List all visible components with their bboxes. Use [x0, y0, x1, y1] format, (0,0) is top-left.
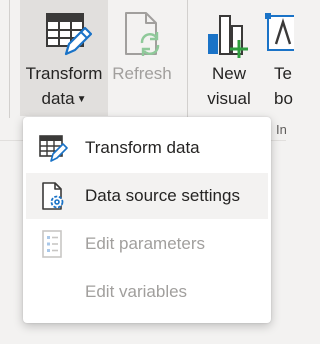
chevron-down-icon: ▼ [76, 94, 87, 105]
refresh-label: Refresh [112, 64, 172, 83]
transform-data-label-line2: data ▼ [20, 88, 108, 111]
transform-data-dropdown-menu: Transform data Data source settings Edit… [23, 117, 271, 323]
ribbon-separator [9, 0, 10, 118]
menu-item-label: Edit variables [85, 282, 188, 301]
bar-chart-add-icon [208, 15, 248, 58]
table-pencil-icon [46, 13, 92, 56]
menu-item-transform-data[interactable]: Transform data [26, 125, 268, 171]
menu-item-data-source-settings[interactable]: Data source settings [26, 173, 268, 219]
table-pencil-icon [39, 135, 68, 162]
document-refresh-icon [125, 12, 160, 56]
new-visual-button[interactable]: New visual [196, 0, 262, 116]
menu-item-label: Data source settings [85, 186, 240, 205]
text-box-icon [265, 13, 294, 51]
refresh-button[interactable]: Refresh [108, 0, 176, 116]
ribbon-separator [187, 0, 188, 118]
menu-item-label: Edit parameters [85, 234, 205, 253]
text-box-label-line1: Te [274, 64, 292, 83]
menu-item-label: Transform data [85, 138, 200, 157]
transform-data-button[interactable]: Transform data ▼ [20, 0, 108, 116]
text-box-button[interactable]: Te bo [264, 0, 304, 116]
menu-item-edit-parameters[interactable]: Edit parameters [26, 221, 268, 267]
document-gear-icon [42, 182, 64, 210]
new-visual-label-line1: New [211, 64, 246, 83]
new-visual-label-line2: visual [207, 89, 251, 108]
menu-item-edit-variables[interactable]: Edit variables [26, 269, 268, 315]
parameters-list-icon [42, 230, 62, 258]
transform-data-label-line1: Transform [25, 64, 103, 83]
ribbon-group-label: In [276, 122, 287, 137]
text-box-label-line2: bo [274, 89, 293, 108]
